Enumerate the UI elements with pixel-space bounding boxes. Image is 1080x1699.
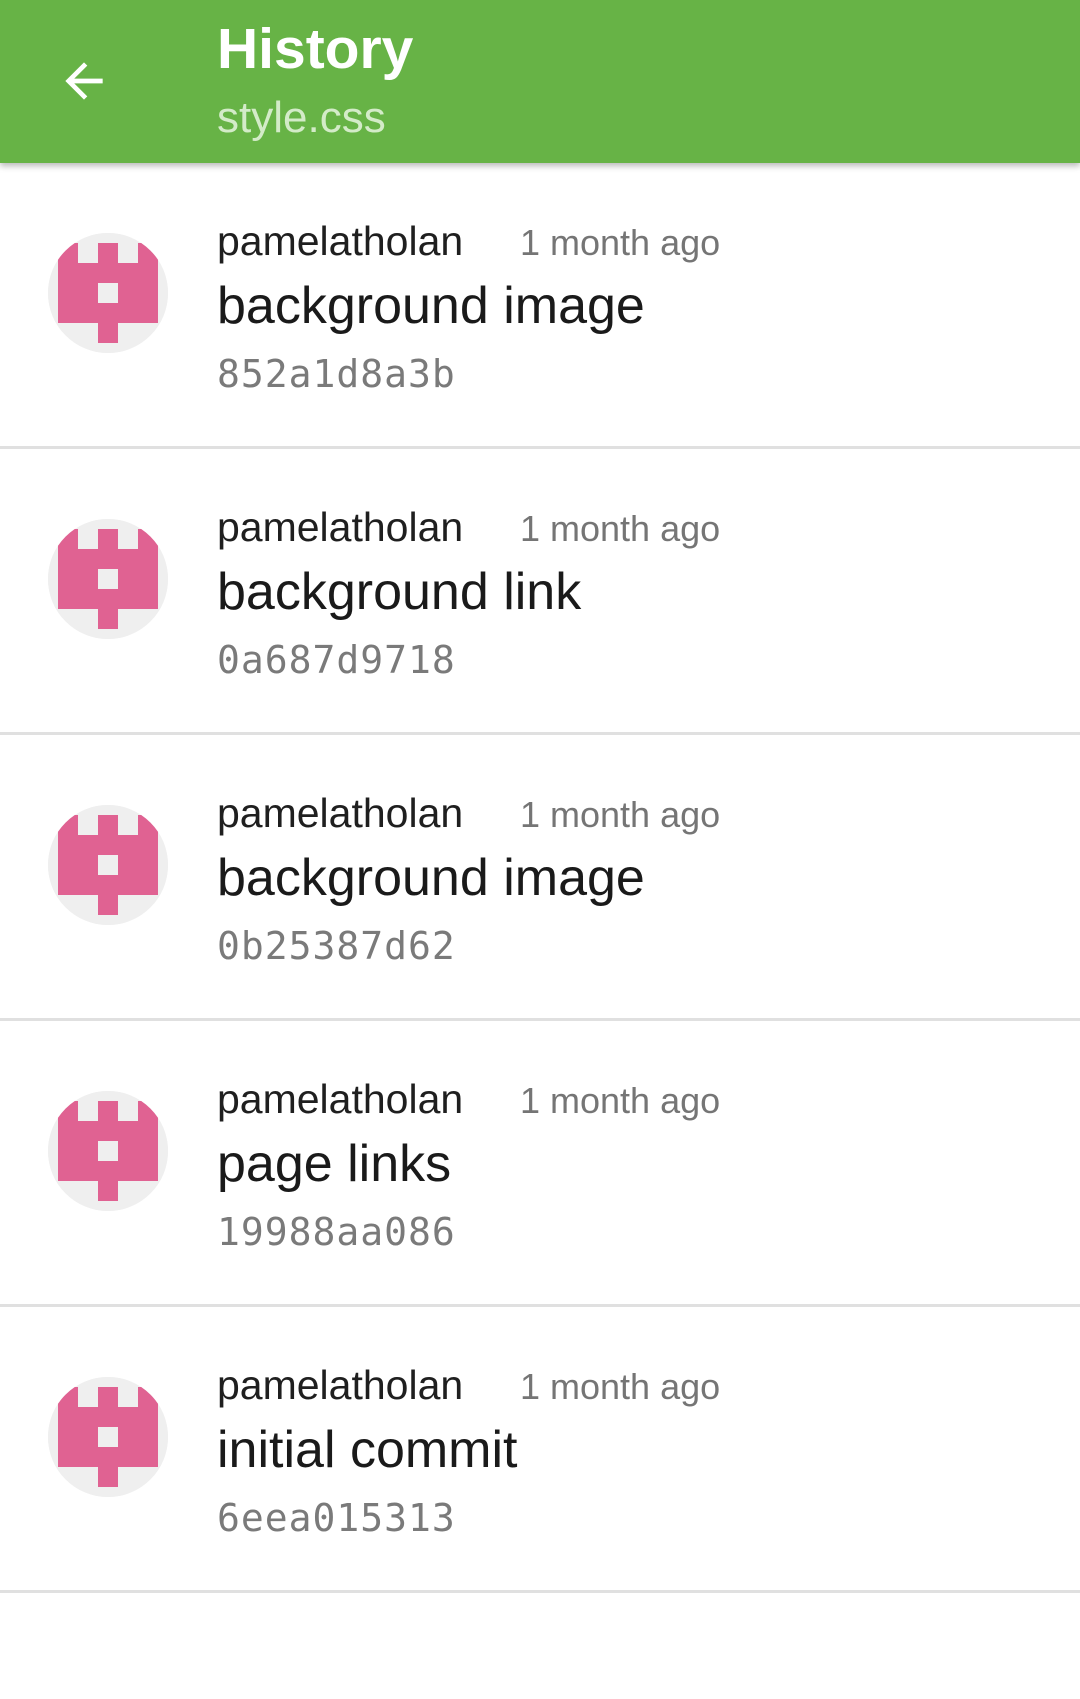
commit-time: 1 month ago xyxy=(520,794,721,835)
commit-hash: 0a687d9718 xyxy=(217,638,456,682)
app-bar: History style.css xyxy=(0,0,1080,163)
commit-message: page links xyxy=(217,1135,452,1193)
commit-message: background image xyxy=(217,849,645,907)
commit-time: 1 month ago xyxy=(520,222,721,263)
commit-row[interactable]: pamelatholan 1 month ago background imag… xyxy=(0,735,1080,1021)
identicon-avatar-icon xyxy=(48,1091,168,1211)
commit-row[interactable]: pamelatholan 1 month ago background imag… xyxy=(0,163,1080,449)
commit-hash: 0b25387d62 xyxy=(217,924,456,968)
identicon-avatar-icon xyxy=(48,1377,168,1497)
commit-row[interactable]: pamelatholan 1 month ago page links 1998… xyxy=(0,1021,1080,1307)
commit-author: pamelatholan xyxy=(217,1076,464,1122)
commit-hash: 19988aa086 xyxy=(217,1210,456,1254)
commit-list: pamelatholan 1 month ago background imag… xyxy=(0,163,1080,1593)
commit-row[interactable]: pamelatholan 1 month ago background link… xyxy=(0,449,1080,735)
commit-hash: 852a1d8a3b xyxy=(217,352,456,396)
commit-author: pamelatholan xyxy=(217,218,464,264)
file-name-subtitle: style.css xyxy=(217,93,386,142)
back-button[interactable] xyxy=(48,45,120,117)
commit-author: pamelatholan xyxy=(217,504,464,550)
commit-row[interactable]: pamelatholan 1 month ago initial commit … xyxy=(0,1307,1080,1593)
commit-message: initial commit xyxy=(217,1421,518,1479)
commit-message: background link xyxy=(217,563,582,621)
commit-time: 1 month ago xyxy=(520,508,721,549)
commit-author: pamelatholan xyxy=(217,790,464,836)
page-title: History xyxy=(217,17,414,81)
identicon-avatar-icon xyxy=(48,519,168,639)
identicon-avatar-icon xyxy=(48,805,168,925)
identicon-avatar-icon xyxy=(48,233,168,353)
commit-hash: 6eea015313 xyxy=(217,1496,456,1540)
commit-author: pamelatholan xyxy=(217,1362,464,1408)
commit-time: 1 month ago xyxy=(520,1366,721,1407)
arrow-left-icon xyxy=(65,62,103,100)
commit-message: background image xyxy=(217,277,645,335)
commit-time: 1 month ago xyxy=(520,1080,721,1121)
